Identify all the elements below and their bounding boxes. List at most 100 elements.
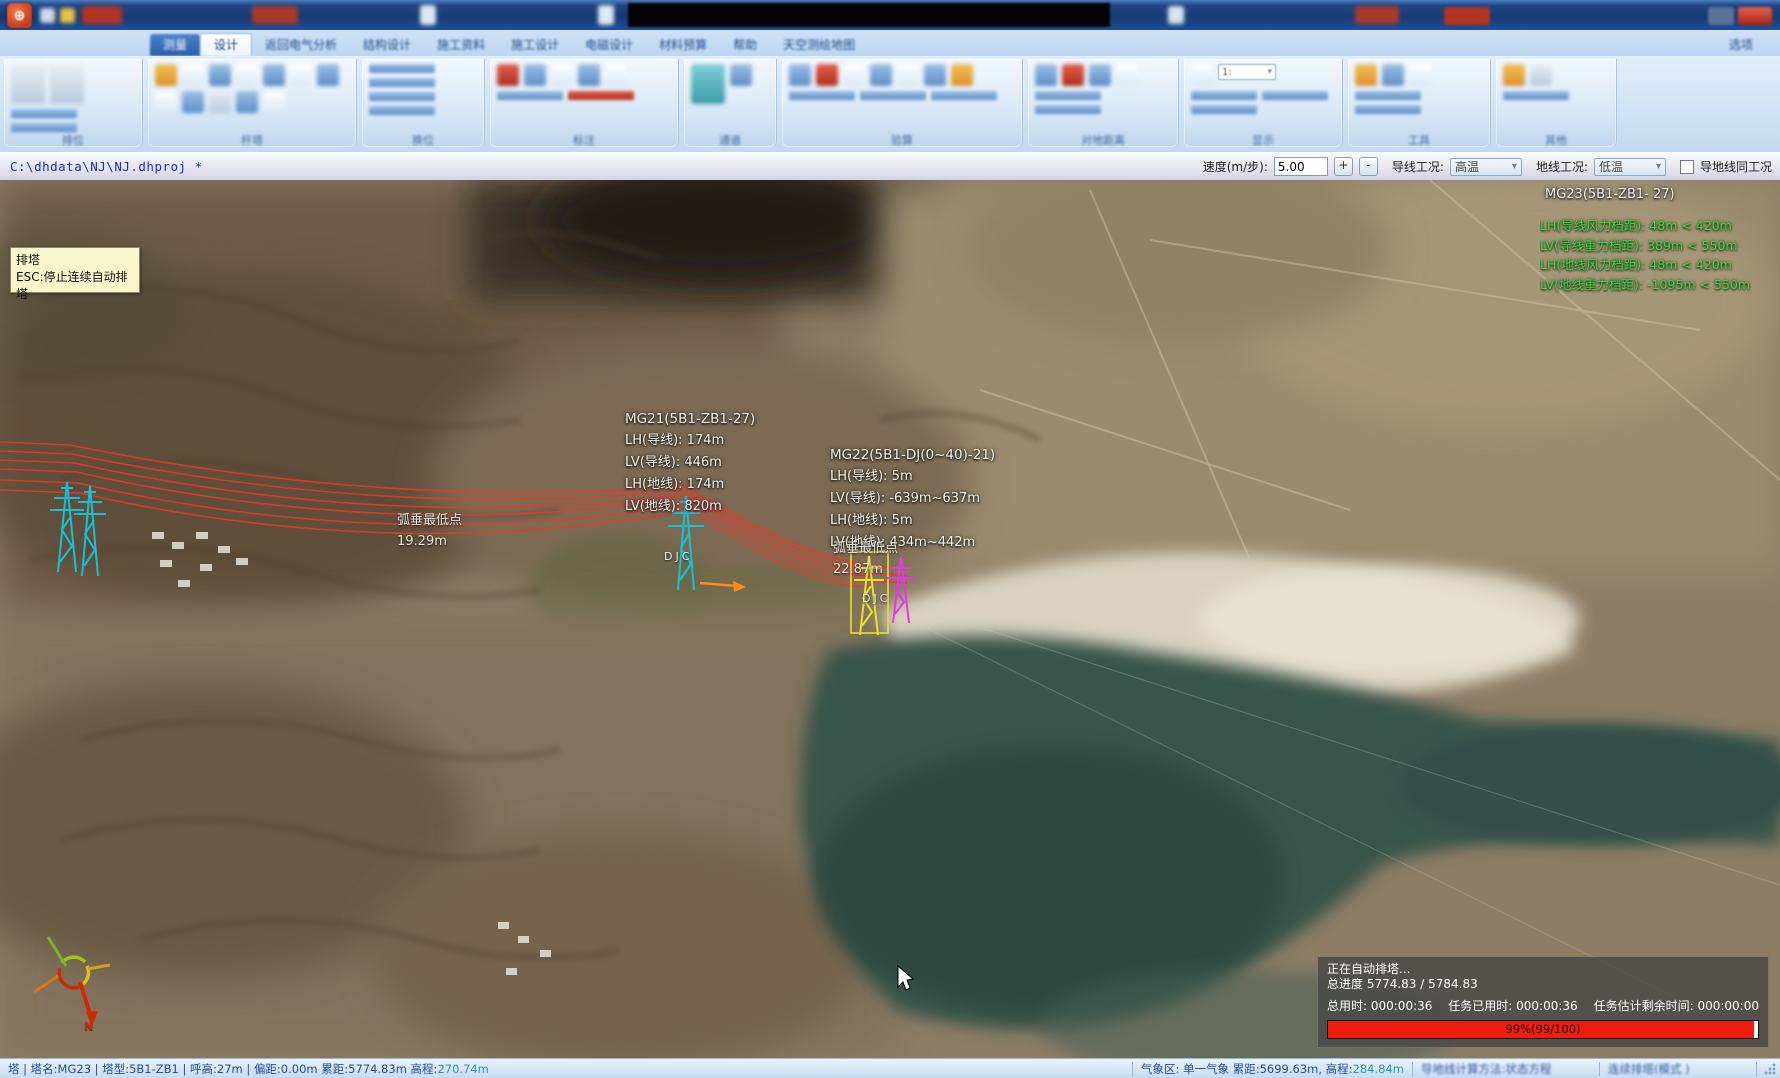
ribbon-tool-icon[interactable] — [1355, 64, 1377, 86]
ribbon-tool-icon[interactable] — [1089, 64, 1111, 86]
ribbon-tool-icon[interactable] — [605, 64, 627, 86]
ribbon-tool-icon[interactable] — [369, 78, 435, 87]
ribbon-tool-icon[interactable] — [1382, 64, 1404, 86]
ribbon-tool-icon[interactable] — [1116, 64, 1138, 86]
ribbon-tool-icon[interactable] — [924, 64, 946, 86]
tab-sky-survey-map[interactable]: 天空测绘地图 — [770, 34, 868, 56]
sag-lowest-point-label-1: 弧垂最低点 19.29m — [397, 510, 462, 552]
ribbon-tool-icon[interactable] — [551, 64, 573, 86]
tab-electromagnetic-design[interactable]: 电磁设计 — [572, 34, 646, 56]
progress-elapsed: 总用时: 000:00:36 — [1327, 999, 1432, 1013]
ribbon-tool-icon[interactable] — [236, 64, 258, 86]
project-path: C:\dhdata\NJ\NJ.dhproj * — [10, 159, 203, 174]
ribbon-tool-icon[interactable] — [369, 92, 435, 101]
ribbon-tool-icon[interactable] — [1262, 91, 1328, 100]
ribbon-tool-icon[interactable] — [209, 91, 231, 113]
ribbon-tool-icon[interactable] — [568, 91, 634, 100]
ribbon-tool-icon[interactable] — [1503, 64, 1525, 86]
application-window: ⊕ 测量 设计 返回电气分析 结构设计 施工资料 施工设计 电磁设计 材料预算 … — [0, 0, 1780, 1078]
tab-help[interactable]: 帮助 — [720, 34, 770, 56]
ribbon-tool-icon[interactable] — [691, 64, 725, 104]
ribbon-tool-icon[interactable] — [931, 91, 997, 100]
ribbon-tool-icon[interactable] — [1035, 91, 1101, 100]
ribbon-tool-icon[interactable] — [1062, 64, 1084, 86]
status-weather-zone: 气象区: 单一气象 累距:5699.63m, 高程:284.84m — [1133, 1061, 1412, 1077]
window-title-redacted — [628, 3, 1110, 27]
ribbon-group-label: 杆塔 — [148, 132, 356, 147]
tower-check-results-mg23: LH(导线风力档距): 48m < 420m LV(导线重力档距): 389m … — [1540, 216, 1780, 294]
ribbon-group-label: 对地距离 — [1028, 132, 1178, 147]
ribbon-tool-icon[interactable] — [317, 64, 339, 86]
quick-access-icon[interactable] — [40, 8, 55, 23]
ribbon-tool-icon[interactable] — [897, 64, 919, 86]
ribbon-group: 杆塔 — [148, 59, 356, 147]
ribbon-tool-icon[interactable] — [870, 64, 892, 86]
ribbon-tool-icon[interactable] — [1191, 91, 1257, 100]
ribbon-tool-icon[interactable] — [155, 91, 177, 113]
ribbon-tool-icon[interactable] — [209, 64, 231, 86]
ribbon-group-label: 换位 — [362, 132, 484, 147]
ribbon-tool-icon[interactable] — [497, 64, 519, 86]
ribbon-tool-icon[interactable] — [11, 109, 77, 118]
ribbon-tool-icon[interactable] — [263, 64, 285, 86]
ribbon-tool-icon[interactable] — [816, 64, 838, 86]
ribbon-tool-icon[interactable] — [497, 91, 563, 100]
ribbon-tool-icon[interactable] — [11, 64, 45, 104]
tab-construction-design[interactable]: 施工设计 — [498, 34, 572, 56]
tab-options[interactable]: 选项 — [1716, 34, 1766, 56]
tab-material-budget[interactable]: 材料预算 — [646, 34, 720, 56]
ribbon-group-label: 其他 — [1496, 132, 1616, 147]
conductor-condition-select[interactable]: 高温▾ — [1450, 158, 1522, 176]
ribbon-tool-icon[interactable] — [1355, 105, 1421, 114]
ribbon-group-label: 验算 — [782, 132, 1022, 147]
resize-grip[interactable] — [1763, 1062, 1777, 1076]
app-logo-icon[interactable]: ⊕ — [7, 3, 32, 28]
ribbon-tool-icon[interactable] — [11, 123, 77, 132]
ribbon-tool-icon[interactable] — [789, 91, 855, 100]
ribbon-tool-icon[interactable] — [1409, 64, 1431, 86]
tab-structure-design[interactable]: 结构设计 — [350, 34, 424, 56]
ribbon-tool-icon[interactable] — [50, 64, 84, 104]
ribbon-combo-box[interactable]: 1:▾ — [1218, 64, 1276, 80]
tab-electrical-analysis[interactable]: 返回电气分析 — [252, 34, 350, 56]
tab-design[interactable]: 设计 — [200, 33, 252, 56]
ribbon-tool-icon[interactable] — [263, 91, 285, 113]
ribbon-tool-icon[interactable] — [1503, 91, 1569, 100]
ribbon-tool-icon[interactable] — [369, 64, 435, 73]
ribbon-tool-icon[interactable] — [951, 64, 973, 86]
ribbon-tool-icon[interactable] — [182, 91, 204, 113]
tab-construction-data[interactable]: 施工资料 — [424, 34, 498, 56]
ribbon-tool-icon[interactable] — [860, 91, 926, 100]
ribbon-tool-icon[interactable] — [236, 91, 258, 113]
ribbon-tool-icon[interactable] — [1035, 105, 1101, 114]
map-viewport[interactable]: 排塔 ESC:停止连续自动排塔 MG23(5B1-ZB1- 27) LH(导线风… — [0, 180, 1780, 1058]
ribbon-tool-icon[interactable] — [524, 64, 546, 86]
tab-measure[interactable]: 测量 — [150, 34, 200, 56]
terrain-map[interactable] — [0, 180, 1780, 1058]
speed-decrease-button[interactable]: - — [1359, 157, 1378, 176]
ribbon-tool-icon[interactable] — [1530, 64, 1552, 86]
status-tower-info: 塔 | 塔名:MG23 | 塔型:5B1-ZB1 | 呼高:27m | 偏距:0… — [0, 1061, 497, 1077]
ribbon-tool-icon[interactable] — [155, 64, 177, 86]
minimize-button[interactable] — [1708, 7, 1734, 25]
ribbon-tool-icon[interactable] — [730, 64, 752, 86]
quick-access-icon[interactable] — [60, 8, 75, 23]
ribbon-tool-icon[interactable] — [1191, 64, 1213, 86]
speed-increase-button[interactable]: + — [1334, 157, 1353, 176]
tooltip-hint: ESC:停止连续自动排塔 — [16, 268, 134, 302]
ribbon-tool-icon[interactable] — [369, 106, 435, 115]
progress-bar: 99%(99/100) — [1327, 1020, 1759, 1039]
ribbon-tool-icon[interactable] — [1035, 64, 1057, 86]
same-condition-checkbox[interactable] — [1680, 160, 1694, 174]
auto-placement-progress-dialog: 正在自动排塔... 总进度 5774.83 / 5784.83 总用时: 000… — [1318, 957, 1768, 1047]
speed-input[interactable] — [1274, 157, 1328, 176]
ribbon-tool-icon[interactable] — [843, 64, 865, 86]
ribbon-tool-icon[interactable] — [1355, 91, 1421, 100]
ground-condition-select[interactable]: 低温▾ — [1594, 158, 1666, 176]
ribbon-tool-icon[interactable] — [789, 64, 811, 86]
ribbon-tool-icon[interactable] — [290, 64, 312, 86]
ribbon-tool-icon[interactable] — [1191, 105, 1257, 114]
ribbon-tool-icon[interactable] — [578, 64, 600, 86]
ribbon-tool-icon[interactable] — [182, 64, 204, 86]
close-button[interactable] — [1738, 7, 1772, 25]
